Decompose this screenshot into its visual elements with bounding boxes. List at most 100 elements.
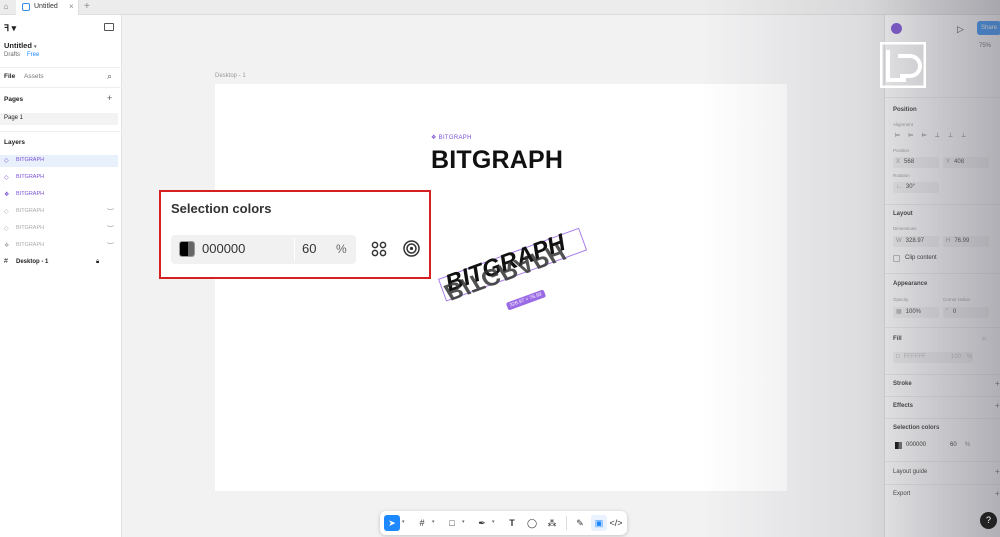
close-icon[interactable]: × bbox=[69, 2, 74, 11]
tab-file[interactable]: File bbox=[4, 73, 15, 80]
chevron-down-icon[interactable]: ▾ bbox=[492, 519, 495, 525]
frame-icon: # bbox=[4, 258, 8, 265]
style-grid-icon[interactable]: ⁘ bbox=[981, 335, 987, 343]
layer-label: BITGRAPH bbox=[16, 157, 45, 163]
hidden-eye-icon[interactable]: ︶ bbox=[107, 241, 114, 251]
add-tab-icon[interactable]: + bbox=[84, 1, 90, 12]
hidden-eye-icon[interactable]: ︶ bbox=[107, 207, 114, 217]
avatar[interactable] bbox=[891, 23, 902, 34]
radius-input[interactable]: ⌜ 0 bbox=[943, 307, 989, 318]
pages-heading: Pages bbox=[4, 96, 24, 103]
rectangle-tool-icon[interactable]: □ bbox=[444, 515, 460, 531]
select-matching-icon[interactable] bbox=[403, 240, 420, 257]
rotated-group[interactable]: BITGRAPH BITGRAPH bbox=[436, 227, 588, 322]
pen-tool-icon[interactable]: ✒ bbox=[474, 515, 490, 531]
hex-value[interactable]: 000000 bbox=[202, 241, 245, 256]
zoom-level[interactable]: 75% bbox=[979, 43, 991, 49]
layer-label[interactable]: BITGRAPH bbox=[16, 225, 44, 231]
hidden-eye-icon[interactable]: ︶ bbox=[107, 224, 114, 234]
main-menu-icon[interactable]: ꟻ ▾ bbox=[4, 23, 16, 34]
x-input[interactable]: X 568 bbox=[893, 157, 939, 168]
position-label: Position bbox=[893, 148, 910, 153]
big-title[interactable]: BITGRAPH bbox=[431, 146, 563, 175]
selection-percent: % bbox=[965, 442, 971, 448]
dimensions-label: Dimensions bbox=[893, 226, 917, 231]
small-tag[interactable]: ❖ BITGRAPH bbox=[431, 134, 472, 141]
selection-colors-callout: Selection colors 000000 60 % bbox=[159, 190, 431, 279]
callout-title: Selection colors bbox=[171, 201, 272, 216]
component-icon: ❖ bbox=[4, 192, 10, 198]
layer-label[interactable]: BITGRAPH bbox=[16, 208, 44, 214]
opacity-value[interactable]: 60 bbox=[302, 241, 316, 256]
clip-checkbox[interactable] bbox=[893, 255, 900, 262]
layer-label[interactable]: BITGRAPH bbox=[16, 191, 44, 197]
fill-row[interactable]: □ FFFFFF 100% bbox=[893, 352, 973, 363]
dev-mode-icon[interactable]: </> bbox=[608, 515, 624, 531]
layout-guide-heading[interactable]: Layout guide bbox=[893, 469, 927, 475]
color-swatch[interactable] bbox=[895, 442, 902, 449]
opacity-input[interactable]: ▦ 100% bbox=[893, 307, 939, 318]
lock-icon[interactable]: 🔒︎ bbox=[96, 259, 99, 266]
watermark-logo-icon bbox=[880, 42, 926, 88]
width-input[interactable]: W 328.97 bbox=[893, 236, 939, 247]
help-button[interactable]: ? bbox=[980, 512, 997, 529]
clip-label: Clip content bbox=[905, 255, 937, 261]
fill-heading: Fill bbox=[893, 336, 902, 342]
layer-label[interactable]: Desktop - 1 bbox=[16, 259, 48, 265]
actions-icon[interactable]: ⁂ bbox=[544, 515, 560, 531]
color-swatch[interactable] bbox=[179, 241, 195, 257]
appearance-heading: Appearance bbox=[893, 281, 928, 287]
effects-heading[interactable]: Effects bbox=[893, 403, 913, 409]
tab-bar: ⌂ Untitled × + bbox=[0, 0, 1000, 15]
add-stroke-icon[interactable]: + bbox=[995, 379, 1000, 388]
layout-heading: Layout bbox=[893, 211, 913, 217]
present-icon[interactable]: ▷ bbox=[957, 24, 964, 35]
stroke-heading[interactable]: Stroke bbox=[893, 381, 912, 387]
home-icon[interactable]: ⌂ bbox=[1, 2, 11, 12]
text-tool-icon[interactable]: T bbox=[504, 515, 520, 531]
radius-label: Corner radius bbox=[943, 297, 971, 302]
position-heading: Position bbox=[893, 107, 917, 113]
add-effect-icon[interactable]: + bbox=[995, 401, 1000, 410]
add-layout-guide-icon[interactable]: + bbox=[995, 467, 1000, 476]
add-export-icon[interactable]: + bbox=[995, 489, 1000, 498]
alignment-label: Alignment bbox=[893, 122, 914, 127]
move-tool-icon[interactable]: ➤ bbox=[384, 515, 400, 531]
tab-assets[interactable]: Assets bbox=[24, 73, 44, 80]
draw-mode-icon[interactable]: ✎ bbox=[572, 515, 588, 531]
rotation-label: Rotation bbox=[893, 173, 910, 178]
text-layer-icon: ◇ bbox=[4, 226, 9, 232]
selection-colors-heading: Selection colors bbox=[893, 425, 940, 431]
color-field[interactable]: 000000 60 % bbox=[171, 235, 356, 264]
selection-opacity[interactable]: 60 bbox=[950, 442, 957, 448]
alignment-icons[interactable]: ⊨⊨⊨⊥⊥⊥ bbox=[895, 132, 974, 139]
search-icon[interactable]: ⌕ bbox=[107, 71, 112, 82]
chevron-down-icon[interactable]: ▾ bbox=[402, 519, 405, 525]
bottom-toolbar: ➤ ▾ # ▾ □ ▾ ✒ ▾ T ◯ ⁂ ✎ ▣ </> bbox=[380, 511, 627, 535]
style-grid-icon[interactable] bbox=[371, 241, 387, 257]
chevron-down-icon[interactable]: ▾ bbox=[462, 519, 465, 525]
comment-tool-icon[interactable]: ◯ bbox=[524, 515, 540, 531]
rotation-input[interactable]: ∟ 30° bbox=[893, 182, 939, 193]
tab-label: Untitled bbox=[34, 3, 58, 10]
tab-untitled[interactable]: Untitled × bbox=[16, 0, 79, 15]
selection-hex[interactable]: 000000 bbox=[906, 442, 926, 448]
file-name[interactable]: Untitled ▾ bbox=[4, 41, 37, 50]
plan-badge[interactable]: Free bbox=[27, 52, 39, 58]
height-input[interactable]: H 76.99 bbox=[943, 236, 989, 247]
add-page-icon[interactable]: + bbox=[107, 93, 112, 103]
text-layer-icon: ◇ bbox=[4, 158, 9, 164]
sidebar-toggle-icon[interactable] bbox=[104, 23, 114, 31]
frame-tool-icon[interactable]: # bbox=[414, 515, 430, 531]
layer-label[interactable]: BITGRAPH bbox=[16, 174, 44, 180]
frame-label[interactable]: Desktop - 1 bbox=[215, 73, 246, 79]
text-layer-icon: ◇ bbox=[4, 175, 9, 181]
design-mode-icon[interactable]: ▣ bbox=[591, 515, 607, 531]
layer-label[interactable]: BITGRAPH bbox=[16, 242, 44, 248]
export-heading[interactable]: Export bbox=[893, 491, 910, 497]
y-input[interactable]: Y 408 bbox=[943, 157, 989, 168]
share-button[interactable]: Share bbox=[977, 21, 1000, 35]
file-location[interactable]: Drafts bbox=[4, 52, 20, 58]
opacity-label: Opacity bbox=[893, 297, 909, 302]
chevron-down-icon[interactable]: ▾ bbox=[432, 519, 435, 525]
